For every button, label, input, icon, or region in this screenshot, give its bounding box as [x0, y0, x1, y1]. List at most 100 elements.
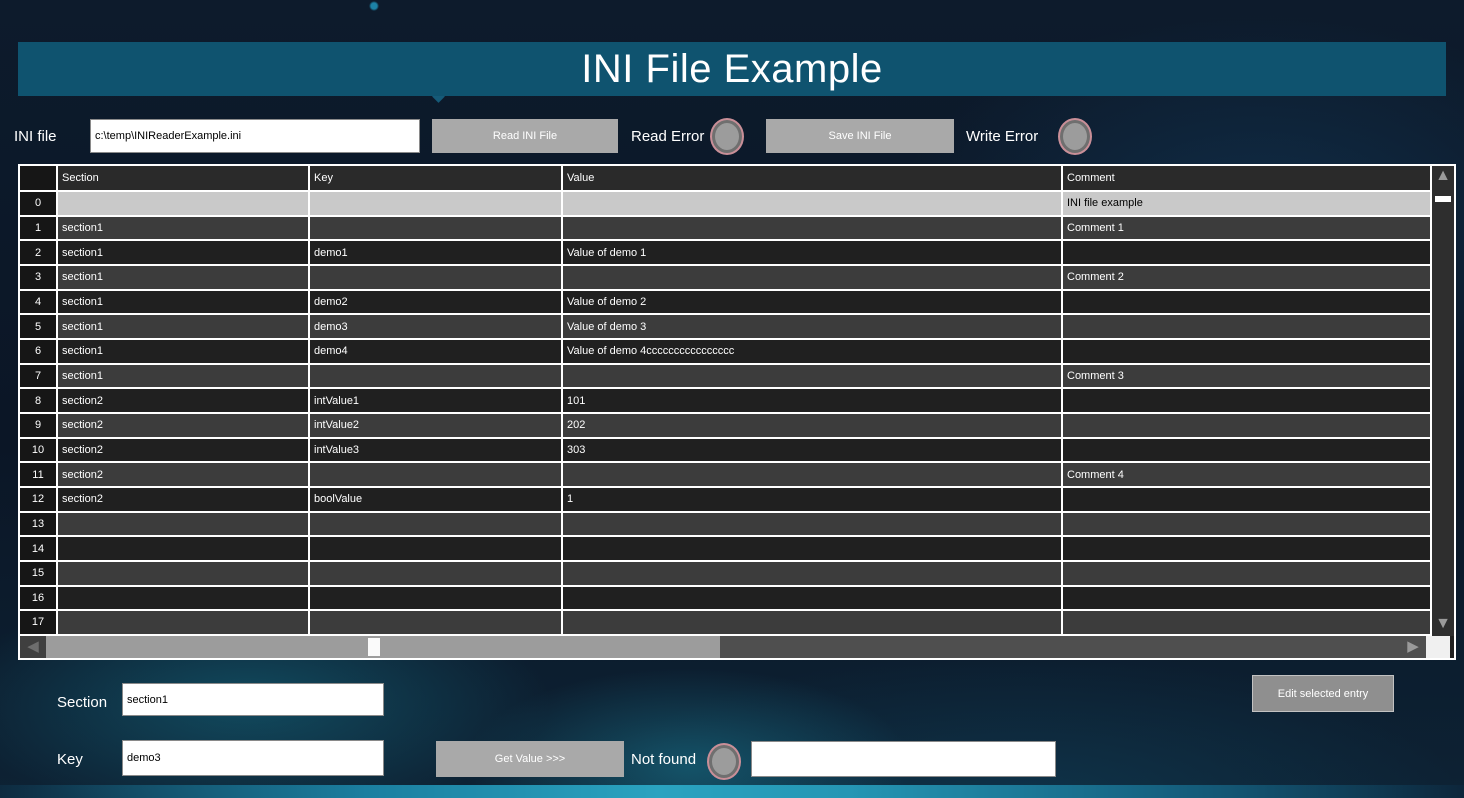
cell-value[interactable]: 303 [563, 439, 1063, 462]
table-row[interactable]: 7section1 Comment 3 [20, 365, 1430, 390]
cell-section[interactable] [58, 587, 310, 610]
cell-value[interactable] [563, 192, 1063, 215]
cell-section[interactable]: section1 [58, 241, 310, 264]
table-row[interactable]: 0 INI file example [20, 192, 1430, 217]
cell-comment[interactable] [1063, 611, 1430, 634]
cell-index[interactable]: 5 [20, 315, 58, 338]
cell-section[interactable]: section1 [58, 217, 310, 240]
horizontal-scroll-track[interactable] [46, 636, 720, 658]
cell-comment[interactable] [1063, 587, 1430, 610]
cell-key[interactable]: intValue1 [310, 389, 563, 412]
cell-comment[interactable]: Comment 4 [1063, 463, 1430, 486]
cell-value[interactable] [563, 562, 1063, 585]
cell-section[interactable]: section1 [58, 315, 310, 338]
cell-key[interactable]: demo4 [310, 340, 563, 363]
cell-section[interactable]: section1 [58, 291, 310, 314]
horizontal-scrollbar[interactable]: ◀ ▶ [20, 636, 1450, 658]
cell-key[interactable] [310, 266, 563, 289]
cell-index[interactable]: 8 [20, 389, 58, 412]
cell-comment[interactable] [1063, 562, 1430, 585]
cell-key[interactable] [310, 611, 563, 634]
cell-key[interactable] [310, 562, 563, 585]
cell-comment[interactable] [1063, 340, 1430, 363]
cell-key[interactable]: demo1 [310, 241, 563, 264]
cell-section[interactable] [58, 513, 310, 536]
cell-index[interactable]: 17 [20, 611, 58, 634]
cell-value[interactable] [563, 365, 1063, 388]
vertical-scrollbar[interactable]: ▲ ▼ [1430, 166, 1454, 636]
table-row[interactable]: 5section1demo3Value of demo 3 [20, 315, 1430, 340]
cell-key[interactable]: intValue3 [310, 439, 563, 462]
scroll-left-icon[interactable]: ◀ [20, 636, 46, 658]
cell-comment[interactable]: Comment 3 [1063, 365, 1430, 388]
cell-value[interactable] [563, 537, 1063, 560]
cell-key[interactable]: boolValue [310, 488, 563, 511]
cell-value[interactable] [563, 587, 1063, 610]
scroll-right-icon[interactable]: ▶ [1400, 636, 1426, 658]
table-row[interactable]: 15 [20, 562, 1430, 587]
cell-comment[interactable]: INI file example [1063, 192, 1430, 215]
scroll-down-icon[interactable]: ▼ [1435, 614, 1451, 636]
table-row[interactable]: 3section1Comment 2 [20, 266, 1430, 291]
cell-value[interactable] [563, 513, 1063, 536]
cell-index[interactable]: 3 [20, 266, 58, 289]
cell-value[interactable] [563, 266, 1063, 289]
cell-comment[interactable] [1063, 315, 1430, 338]
cell-key[interactable] [310, 217, 563, 240]
cell-key[interactable] [310, 463, 563, 486]
vertical-scroll-thumb[interactable] [1435, 196, 1451, 202]
cell-section[interactable]: section2 [58, 439, 310, 462]
cell-key[interactable] [310, 365, 563, 388]
cell-value[interactable] [563, 463, 1063, 486]
cell-comment[interactable] [1063, 488, 1430, 511]
cell-value[interactable] [563, 611, 1063, 634]
cell-index[interactable]: 7 [20, 365, 58, 388]
cell-index[interactable]: 2 [20, 241, 58, 264]
cell-index[interactable]: 0 [20, 192, 58, 215]
cell-index[interactable]: 1 [20, 217, 58, 240]
table-row[interactable]: 2section1demo1Value of demo 1 [20, 241, 1430, 266]
cell-comment[interactable] [1063, 439, 1430, 462]
horizontal-scroll-track-right[interactable] [720, 636, 1400, 658]
table-row[interactable]: 17 [20, 611, 1430, 636]
table-row[interactable]: 13 [20, 513, 1430, 538]
cell-value[interactable]: 1 [563, 488, 1063, 511]
get-value-button[interactable]: Get Value >>> [436, 741, 624, 777]
cell-section[interactable] [58, 537, 310, 560]
cell-index[interactable]: 10 [20, 439, 58, 462]
cell-section[interactable]: section2 [58, 414, 310, 437]
cell-value[interactable]: 101 [563, 389, 1063, 412]
cell-section[interactable]: section1 [58, 365, 310, 388]
cell-key[interactable] [310, 513, 563, 536]
cell-section[interactable]: section1 [58, 266, 310, 289]
cell-comment[interactable] [1063, 241, 1430, 264]
cell-index[interactable]: 12 [20, 488, 58, 511]
cell-comment[interactable] [1063, 414, 1430, 437]
key-input[interactable] [122, 740, 384, 776]
table-row[interactable]: 12section2boolValue1 [20, 488, 1430, 513]
read-ini-file-button[interactable]: Read INI File [432, 119, 618, 153]
cell-section[interactable]: section1 [58, 340, 310, 363]
table-row[interactable]: 10section2intValue3303 [20, 439, 1430, 464]
cell-index[interactable]: 15 [20, 562, 58, 585]
cell-comment[interactable] [1063, 291, 1430, 314]
table-row[interactable]: 8section2intValue1101 [20, 389, 1430, 414]
cell-value[interactable]: 202 [563, 414, 1063, 437]
cell-comment[interactable] [1063, 537, 1430, 560]
cell-index[interactable]: 14 [20, 537, 58, 560]
cell-value[interactable]: Value of demo 2 [563, 291, 1063, 314]
cell-index[interactable]: 16 [20, 587, 58, 610]
table-row[interactable]: 9section2intValue2202 [20, 414, 1430, 439]
horizontal-scroll-thumb[interactable] [368, 638, 380, 656]
cell-section[interactable] [58, 562, 310, 585]
table-row[interactable]: 16 [20, 587, 1430, 612]
cell-index[interactable]: 11 [20, 463, 58, 486]
table-row[interactable]: 6section1demo4Value of demo 4ccccccccccc… [20, 340, 1430, 365]
cell-index[interactable]: 13 [20, 513, 58, 536]
cell-key[interactable]: demo3 [310, 315, 563, 338]
scroll-up-icon[interactable]: ▲ [1435, 166, 1451, 188]
cell-index[interactable]: 4 [20, 291, 58, 314]
cell-index[interactable]: 6 [20, 340, 58, 363]
cell-section[interactable]: section2 [58, 389, 310, 412]
table-row[interactable]: 4section1demo2Value of demo 2 [20, 291, 1430, 316]
